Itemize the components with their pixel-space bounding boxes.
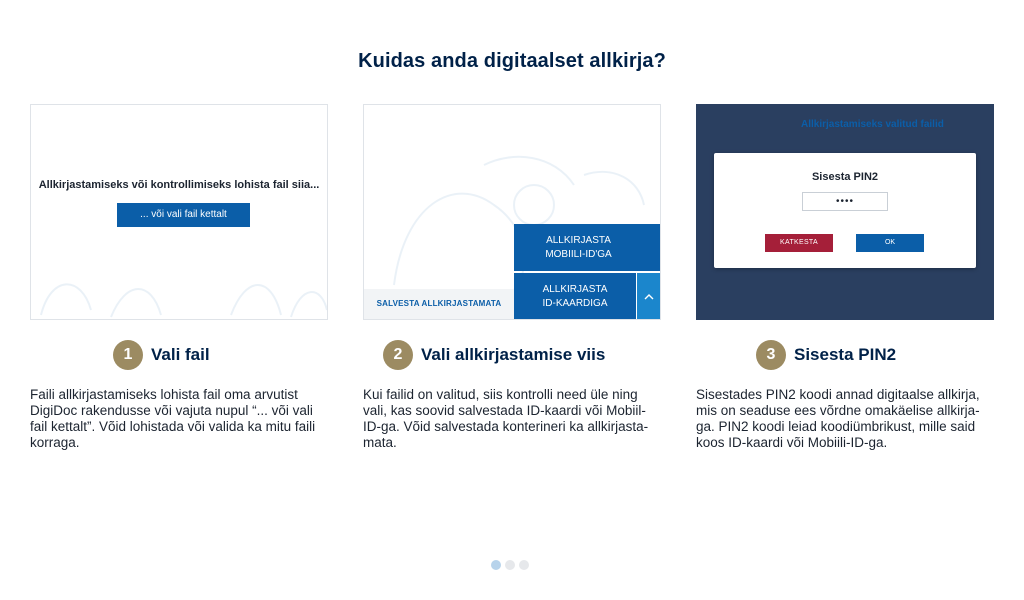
sign-idcard-line1: ALLKIRJASTA <box>542 283 608 295</box>
expand-sign-options-button[interactable] <box>637 273 660 319</box>
pagination-dot-1[interactable] <box>491 560 501 570</box>
ok-button[interactable]: OK <box>856 234 924 252</box>
step-number-badge: 3 <box>756 340 786 370</box>
drop-zone-text: Allkirjastamiseks või kontrollimiseks lo… <box>38 179 320 191</box>
select-file-illustration: Allkirjastamiseks või kontrollimiseks lo… <box>30 104 328 320</box>
sign-idcard-line2: ID-KAARDIGA <box>542 297 608 309</box>
pagination-dot-2[interactable] <box>505 560 515 570</box>
cancel-button[interactable]: KATKESTA <box>765 234 833 252</box>
step-3-heading: 3 Sisesta PIN2 <box>756 340 896 370</box>
step-title: Sisesta PIN2 <box>794 345 897 364</box>
sign-mobile-line1: ALLKIRJASTA <box>546 234 611 246</box>
sign-mobile-line2: MOBIILI-ID'GA <box>545 248 612 260</box>
step-2-description: Kui failid on valitud, siis kontrolli ne… <box>363 387 649 450</box>
step-number-badge: 2 <box>383 340 413 370</box>
page-title: Kuidas anda digitaalset allkirja? <box>358 50 666 72</box>
step-1-heading: 1 Vali fail <box>113 340 210 370</box>
selected-files-header: Allkirjastamiseks valitud failid <box>801 119 944 130</box>
choose-method-illustration: SALVESTA ALLKIRJASTAMATA ALLKIRJASTA MOB… <box>363 104 661 320</box>
step-title: Vali allkirjastamise viis <box>421 345 606 364</box>
choose-file-button[interactable]: ... või vali fail kettalt <box>117 203 250 227</box>
sign-id-card-button[interactable]: ALLKIRJASTA ID-KAARDIGA <box>514 273 636 319</box>
pin2-input[interactable]: •••• <box>802 192 888 211</box>
carousel-pagination <box>491 560 529 570</box>
pin-dialog-title: Sisesta PIN2 <box>811 171 879 183</box>
step-number-badge: 1 <box>113 340 143 370</box>
sign-mobile-id-button[interactable]: ALLKIRJASTA MOBIILI-ID'GA <box>514 224 660 271</box>
pin-dialog: Sisesta PIN2 •••• KATKESTA OK <box>714 153 976 268</box>
step-3-description: Sisestades PIN2 koodi annad digitaalse a… <box>696 387 980 450</box>
save-unsigned-button[interactable]: SALVESTA ALLKIRJASTAMATA <box>364 289 514 319</box>
lion-watermark-icon <box>40 283 327 318</box>
step-2-heading: 2 Vali allkirjastamise viis <box>383 340 605 370</box>
pagination-dot-3[interactable] <box>519 560 529 570</box>
enter-pin-illustration: Allkirjastamiseks valitud failid Sisesta… <box>696 104 994 320</box>
step-title: Vali fail <box>151 345 210 364</box>
chevron-up-icon <box>644 293 654 299</box>
step-1-description: Faili allkirjastamiseks lohista fail oma… <box>30 387 316 450</box>
